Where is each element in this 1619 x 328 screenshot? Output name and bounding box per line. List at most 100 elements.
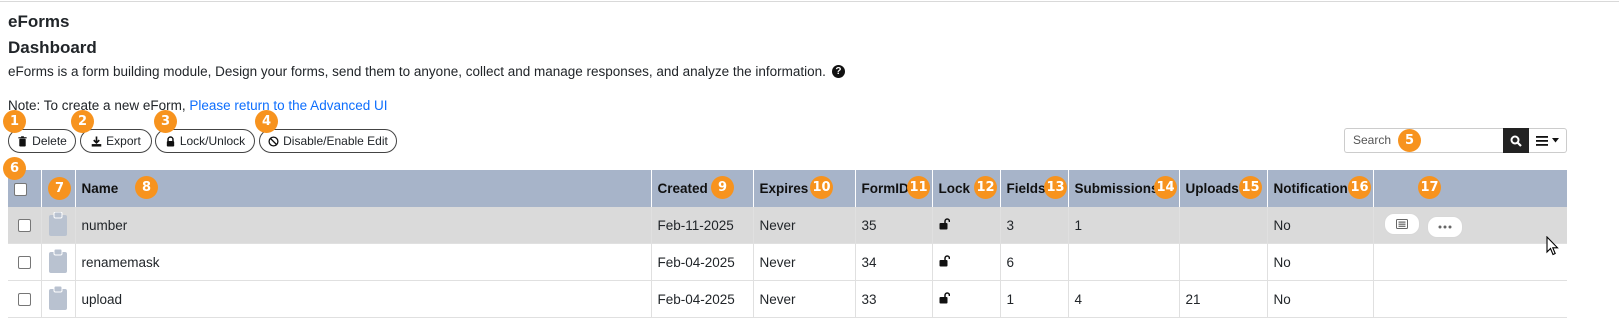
expires-column-header[interactable]: Expires <box>752 170 855 207</box>
expires-value: Never <box>752 207 855 244</box>
annotation-badge-2: 2 <box>71 110 94 133</box>
disable-enable-label: Disable/Enable Edit <box>283 134 388 148</box>
note: Note: To create a new eForm, Please retu… <box>8 98 387 113</box>
unlock-icon[interactable] <box>939 217 950 230</box>
search-input[interactable]: Search <box>1344 128 1503 153</box>
advanced-ui-link[interactable]: Please return to the Advanced UI <box>189 98 387 113</box>
form-name[interactable]: number <box>74 207 651 244</box>
created-date: Feb-11-2025 <box>650 207 753 244</box>
unlock-icon[interactable] <box>939 254 950 267</box>
annotation-badge-15: 15 <box>1239 176 1262 199</box>
lock-unlock-label: Lock/Unlock <box>179 134 246 148</box>
name-column-header[interactable]: Name <box>74 170 651 207</box>
row-checkbox[interactable] <box>17 219 31 233</box>
submissions-count: 1 <box>1067 207 1179 244</box>
annotation-badge-11: 11 <box>907 176 930 199</box>
submissions-count <box>1067 243 1179 281</box>
form-icon-cell <box>40 280 75 318</box>
expires-value: Never <box>752 243 855 281</box>
annotation-badge-3: 3 <box>154 110 177 133</box>
trash-icon <box>18 135 27 147</box>
caret-down-icon <box>1552 138 1559 143</box>
annotation-badge-12: 12 <box>974 176 997 199</box>
lock-unlock-button[interactable]: Lock/Unlock <box>155 129 255 153</box>
select-all-checkbox[interactable] <box>14 182 27 196</box>
form-id: 34 <box>854 243 932 281</box>
delete-button[interactable]: Delete <box>8 129 76 153</box>
unlock-icon[interactable] <box>939 291 950 304</box>
clipboard-icon <box>49 248 67 273</box>
more-options-button[interactable] <box>1427 215 1464 238</box>
row-actions-cell <box>1372 280 1567 318</box>
annotation-badge-5: 5 <box>1398 129 1421 152</box>
form-icon-cell <box>40 243 75 281</box>
created-date: Feb-04-2025 <box>650 280 753 318</box>
download-icon <box>91 135 102 147</box>
view-submissions-button[interactable] <box>1383 212 1420 235</box>
row-actions-cell <box>1372 243 1567 281</box>
table-header-row: Name Created Expires FormID Lock Fields … <box>8 170 1567 207</box>
annotation-badge-6: 6 <box>3 157 26 180</box>
notification-value: No <box>1266 207 1373 244</box>
search-icon <box>1510 135 1522 147</box>
list-icon <box>1536 135 1548 146</box>
uploads-count: 21 <box>1178 280 1267 318</box>
row-select-cell <box>8 280 41 318</box>
form-icon-cell <box>40 207 75 244</box>
lock-cell <box>931 280 1000 318</box>
uploads-count <box>1178 243 1267 281</box>
annotation-badge-9: 9 <box>711 176 734 199</box>
annotation-badge-1: 1 <box>3 110 26 133</box>
lock-icon <box>166 135 174 147</box>
annotation-badge-13: 13 <box>1044 176 1067 199</box>
page-description: eForms is a form building module, Design… <box>8 64 845 79</box>
lock-cell <box>931 207 1000 244</box>
notification-value: No <box>1266 243 1373 281</box>
annotation-badge-14: 14 <box>1154 176 1177 199</box>
expires-value: Never <box>752 280 855 318</box>
disable-enable-edit-button[interactable]: Disable/Enable Edit <box>259 129 397 153</box>
mouse-cursor-icon <box>1546 236 1559 256</box>
lock-cell <box>931 243 1000 281</box>
table-row[interactable]: number Feb-11-2025 Never 35 3 1 No <box>8 207 1567 244</box>
actions-column-header <box>1372 170 1567 207</box>
form-name[interactable]: upload <box>74 280 651 318</box>
help-icon[interactable]: ? <box>831 65 845 78</box>
fields-count: 1 <box>999 280 1068 318</box>
fields-count: 3 <box>999 207 1068 244</box>
row-actions-cell <box>1372 207 1567 244</box>
delete-label: Delete <box>32 134 67 148</box>
export-label: Export <box>106 134 141 148</box>
row-checkbox[interactable] <box>17 256 31 270</box>
form-name[interactable]: renamemask <box>74 243 651 281</box>
columns-menu-button[interactable] <box>1529 128 1567 153</box>
form-id: 35 <box>854 207 932 244</box>
page-title: Dashboard <box>8 38 97 57</box>
annotation-badge-4: 4 <box>255 110 278 133</box>
ellipsis-icon <box>1438 225 1452 228</box>
form-id: 33 <box>854 280 932 318</box>
app-title: eForms <box>8 12 70 31</box>
list-alt-icon <box>1395 218 1408 229</box>
uploads-count <box>1178 207 1267 244</box>
annotation-badge-7: 7 <box>48 177 71 200</box>
table-row[interactable]: renamemask Feb-04-2025 Never 34 6 No <box>8 243 1567 281</box>
description-text: eForms is a form building module, Design… <box>8 64 826 79</box>
created-date: Feb-04-2025 <box>650 243 753 281</box>
annotation-badge-17: 17 <box>1418 176 1441 199</box>
search-button[interactable] <box>1503 128 1529 153</box>
ban-icon <box>268 135 279 147</box>
fields-count: 6 <box>999 243 1068 281</box>
annotation-badge-8: 8 <box>135 176 158 199</box>
notification-value: No <box>1266 280 1373 318</box>
forms-table: Name Created Expires FormID Lock Fields … <box>8 170 1567 318</box>
export-button[interactable]: Export <box>80 129 152 153</box>
row-select-cell <box>8 243 41 281</box>
submissions-count: 4 <box>1067 280 1179 318</box>
created-column-header[interactable]: Created <box>650 170 753 207</box>
annotation-badge-16: 16 <box>1348 176 1371 199</box>
row-checkbox[interactable] <box>17 293 31 307</box>
top-divider <box>0 1 1619 2</box>
annotation-badge-10: 10 <box>810 176 833 199</box>
table-row[interactable]: upload Feb-04-2025 Never 33 1 4 21 No <box>8 280 1567 318</box>
